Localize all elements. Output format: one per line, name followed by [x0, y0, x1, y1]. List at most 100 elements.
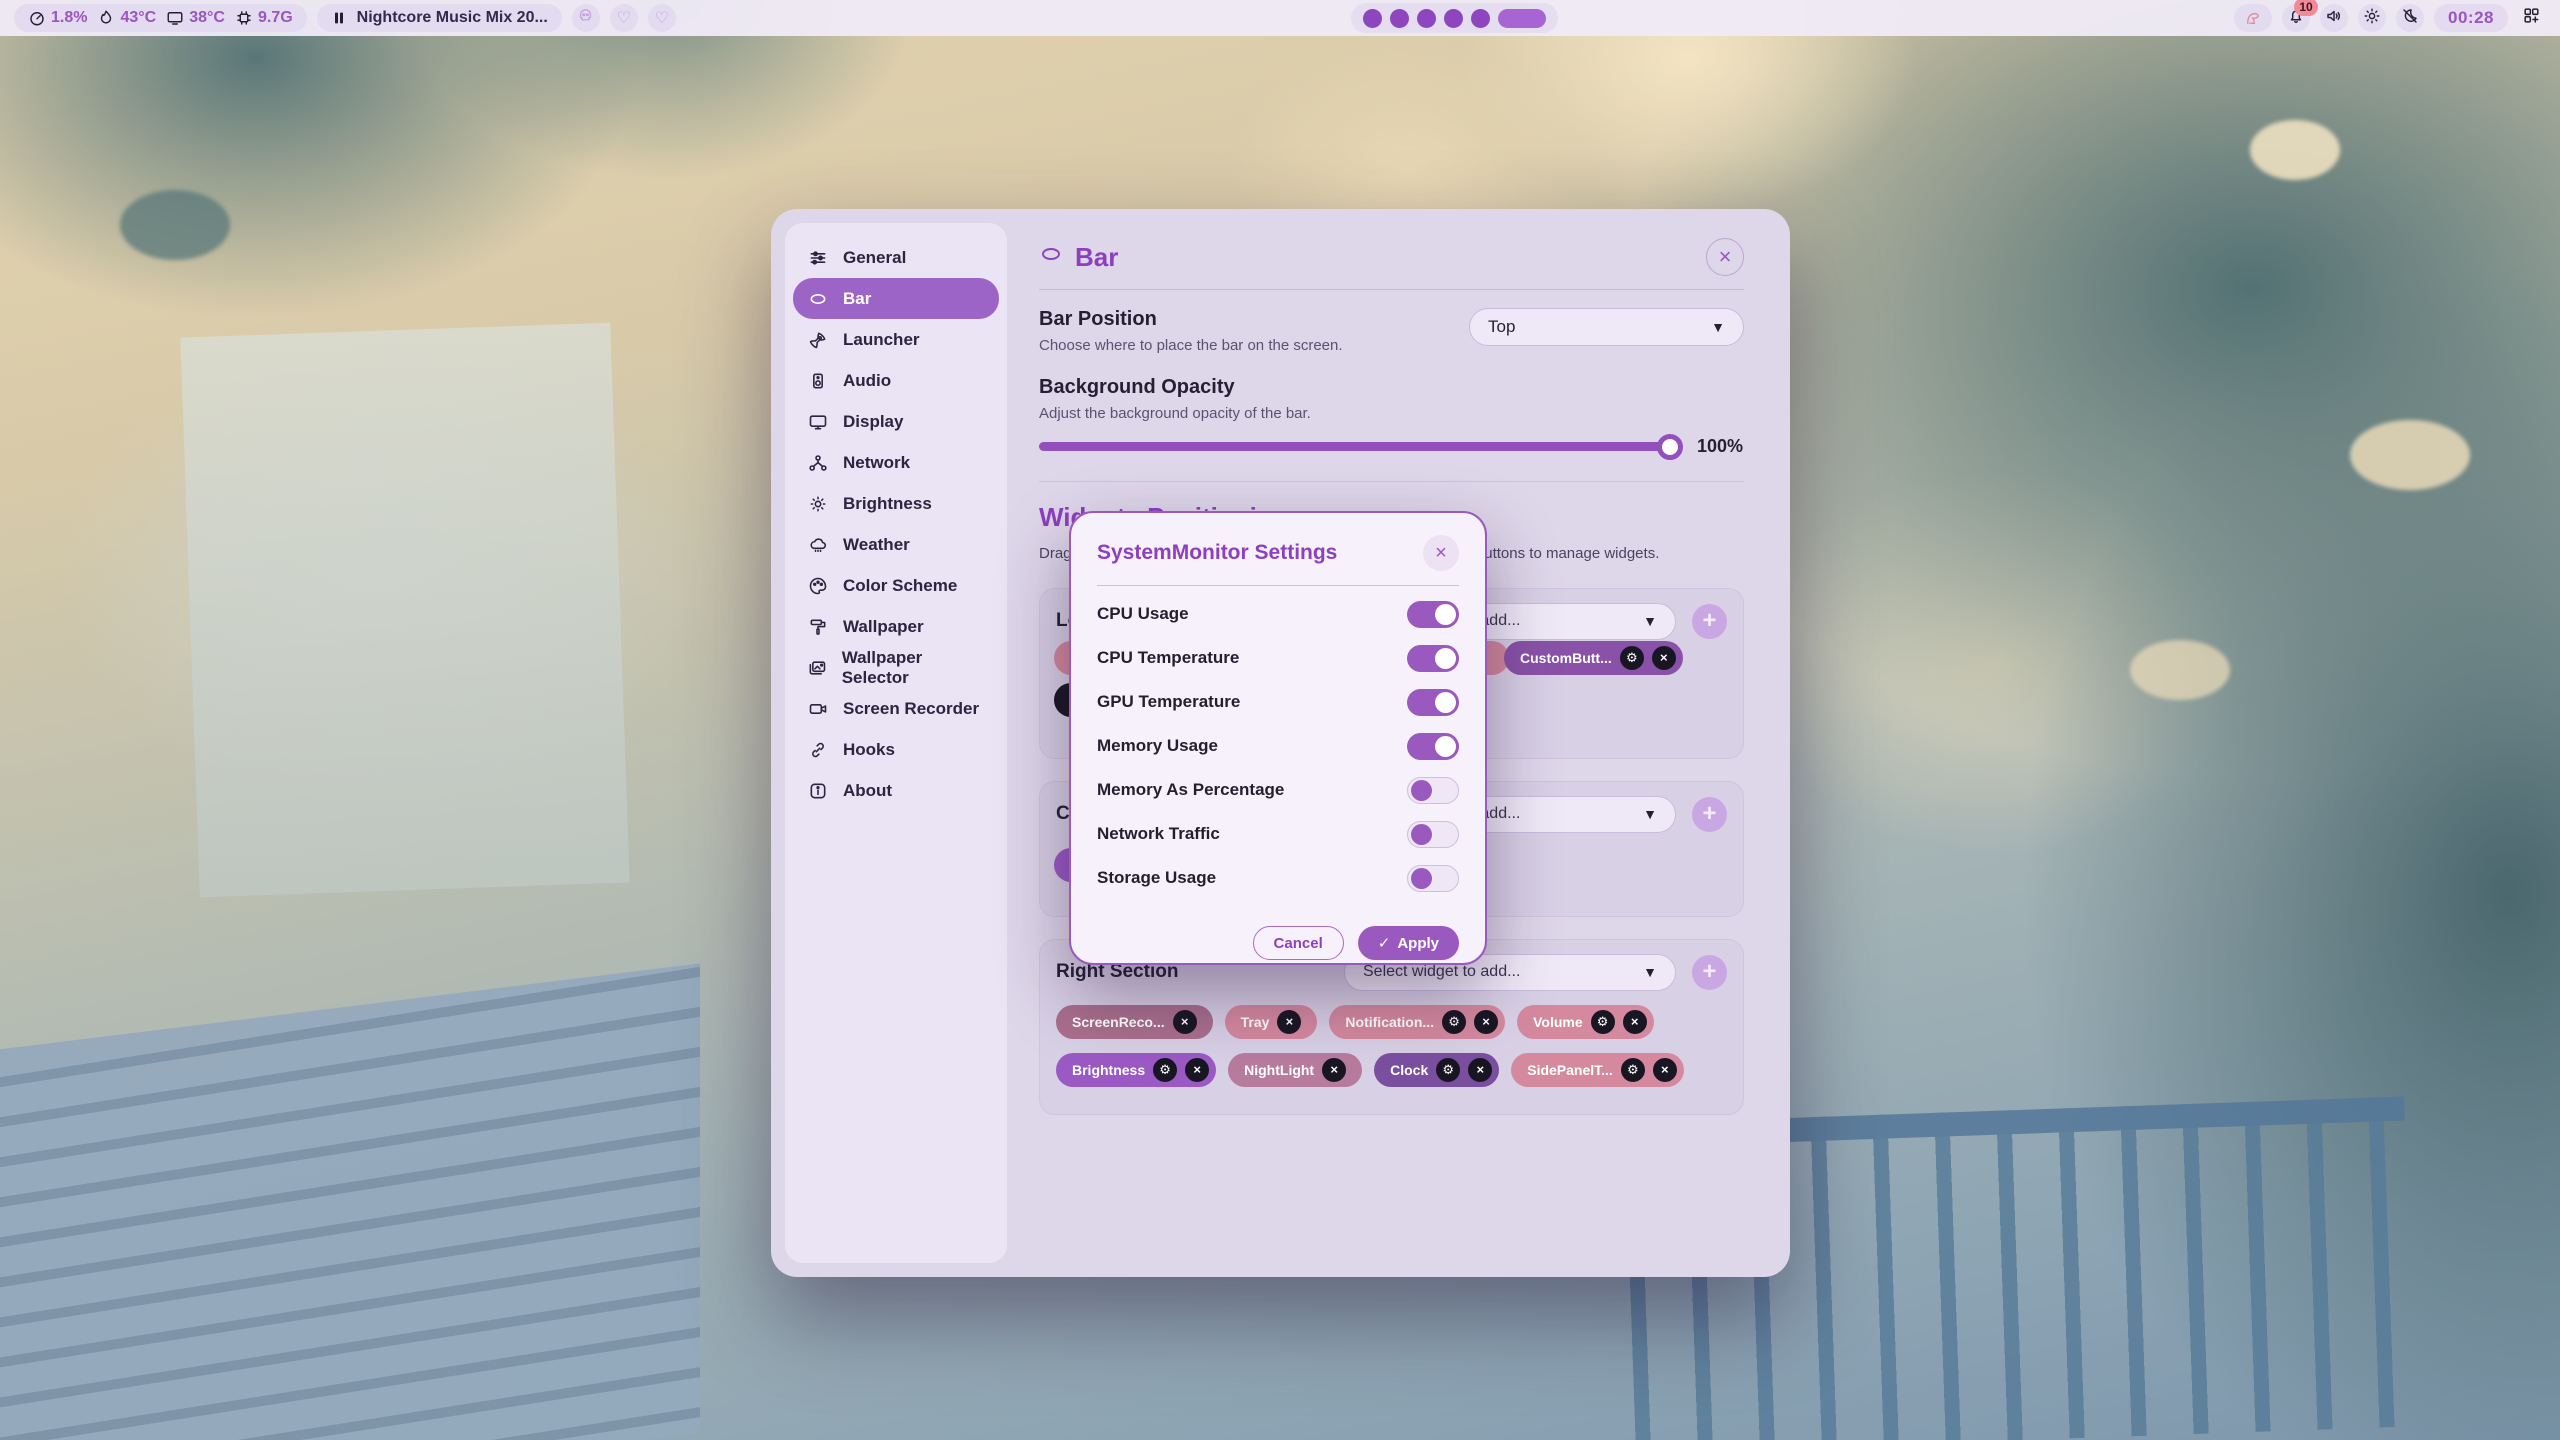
workspace-dot-2[interactable] — [1390, 9, 1409, 28]
sidebar-item-about[interactable]: About — [793, 770, 999, 811]
chip-label: Tray — [1241, 1014, 1270, 1030]
flame-icon — [97, 9, 115, 27]
chip-settings-button[interactable]: ⚙ — [1153, 1058, 1177, 1082]
window-close-button[interactable]: × — [1706, 238, 1744, 276]
status-bar: 1.8% 43°C 38°C — [0, 0, 2560, 36]
workspace-dot-5[interactable] — [1471, 9, 1490, 28]
widget-chip-tray[interactable]: Tray × — [1225, 1005, 1318, 1039]
cpu-usage-toggle[interactable] — [1407, 601, 1459, 628]
sidebar-item-bar[interactable]: Bar — [793, 278, 999, 319]
sidebar-item-label: Hooks — [843, 740, 895, 760]
workspace-dot-4[interactable] — [1444, 9, 1463, 28]
updates-button[interactable] — [2234, 4, 2272, 32]
sidebar-item-wallpaper-selector[interactable]: Wallpaper Selector — [793, 647, 999, 688]
brightness-button[interactable] — [2358, 4, 2386, 32]
chip-remove-button[interactable]: × — [1277, 1010, 1301, 1034]
cpu-temp-stat: 43°C — [97, 9, 156, 27]
heart-icon-button[interactable]: ♡ — [610, 4, 638, 32]
chip-remove-button[interactable]: × — [1474, 1010, 1498, 1034]
modal-close-button[interactable]: × — [1423, 535, 1459, 571]
memory-as-percentage-toggle[interactable] — [1407, 777, 1459, 804]
gpu-temp-value: 38°C — [189, 9, 225, 27]
right-section-add-button[interactable]: + — [1692, 955, 1727, 990]
center-section-add-button[interactable]: + — [1692, 797, 1727, 832]
cancel-button[interactable]: Cancel — [1253, 926, 1344, 960]
sidebar-item-screen-recorder[interactable]: Screen Recorder — [793, 688, 999, 729]
chip-remove-button[interactable]: × — [1322, 1058, 1346, 1082]
skull-icon-button[interactable] — [572, 4, 600, 32]
sidebar-item-audio[interactable]: Audio — [793, 360, 999, 401]
toggle-row-cpu-usage: CPU Usage — [1097, 592, 1459, 636]
memory-usage-toggle[interactable] — [1407, 733, 1459, 760]
chip-remove-button[interactable]: × — [1623, 1010, 1647, 1034]
sidebar-item-launcher[interactable]: Launcher — [793, 319, 999, 360]
sidebar-item-wallpaper[interactable]: Wallpaper — [793, 606, 999, 647]
wallpaper-leaves — [2130, 640, 2230, 700]
heart-icon-button-2[interactable]: ♡ — [648, 4, 676, 32]
notifications-button[interactable]: 10 — [2282, 4, 2310, 32]
speaker-icon — [2325, 7, 2343, 30]
sidebar-item-label: Color Scheme — [843, 576, 957, 596]
close-icon: × — [1435, 542, 1447, 565]
cpu-temp-value: 43°C — [120, 9, 156, 27]
chip-settings-button[interactable]: ⚙ — [1442, 1010, 1466, 1034]
chip-settings-button[interactable]: ⚙ — [1436, 1058, 1460, 1082]
cpu-usage-stat: 1.8% — [28, 9, 87, 27]
widget-chip-brightness[interactable]: Brightness ⚙ × — [1056, 1053, 1216, 1087]
chip-label: CustomButt... — [1520, 650, 1612, 666]
opacity-slider[interactable] — [1039, 442, 1681, 451]
sidebar-item-weather[interactable]: Weather — [793, 524, 999, 565]
chip-settings-button[interactable]: ⚙ — [1621, 1058, 1645, 1082]
opacity-slider-knob[interactable] — [1657, 434, 1683, 460]
chip-settings-button[interactable]: ⚙ — [1620, 646, 1644, 670]
volume-button[interactable] — [2320, 4, 2348, 32]
pill-icon — [807, 289, 829, 309]
widget-chip-clock[interactable]: Clock ⚙ × — [1374, 1053, 1499, 1087]
network-traffic-toggle[interactable] — [1407, 821, 1459, 848]
cpu-temperature-toggle[interactable] — [1407, 645, 1459, 672]
widget-chip-notification[interactable]: Notification... ⚙ × — [1329, 1005, 1505, 1039]
bar-position-setting: Bar Position Choose where to place the b… — [1039, 308, 1744, 354]
bar-position-dropdown[interactable]: Top ▼ — [1469, 308, 1744, 346]
add-widget-placeholder: Select widget to add... — [1363, 963, 1520, 981]
widget-chip-screenrecorder[interactable]: ScreenReco... × — [1056, 1005, 1213, 1039]
workspace-active-pill[interactable] — [1498, 9, 1546, 28]
memory-value: 9.7G — [258, 9, 293, 27]
apply-button[interactable]: ✓ Apply — [1358, 926, 1459, 960]
chip-remove-button[interactable]: × — [1173, 1010, 1197, 1034]
sidebar-item-label: Weather — [843, 535, 910, 555]
night-light-button[interactable] — [2396, 4, 2424, 32]
widget-chip-volume[interactable]: Volume ⚙ × — [1517, 1005, 1654, 1039]
sidebar-item-hooks[interactable]: Hooks — [793, 729, 999, 770]
overview-button[interactable] — [2518, 4, 2546, 32]
grid-plus-icon — [2522, 6, 2541, 30]
workspaces-indicator[interactable] — [1351, 3, 1558, 33]
workspace-dot-1[interactable] — [1363, 9, 1382, 28]
chip-remove-button[interactable]: × — [1468, 1058, 1492, 1082]
chip-remove-button[interactable]: × — [1185, 1058, 1209, 1082]
widget-chip-custombutton[interactable]: CustomButt... ⚙ × — [1504, 641, 1683, 675]
link-icon — [807, 740, 829, 760]
media-player-pill[interactable]: Nightcore Music Mix 20... — [317, 4, 562, 32]
chip-remove-button[interactable]: × — [1653, 1058, 1677, 1082]
widget-chip-sidepaneltoggle[interactable]: SidePanelT... ⚙ × — [1511, 1053, 1684, 1087]
left-section-add-button[interactable]: + — [1692, 604, 1727, 639]
sidebar-item-color-scheme[interactable]: Color Scheme — [793, 565, 999, 606]
toggle-label: GPU Temperature — [1097, 692, 1240, 712]
chip-remove-button[interactable]: × — [1652, 646, 1676, 670]
gpu-temperature-toggle[interactable] — [1407, 689, 1459, 716]
close-icon: × — [1330, 1062, 1338, 1077]
chip-settings-button[interactable]: ⚙ — [1591, 1010, 1615, 1034]
sidebar-item-label: Wallpaper Selector — [842, 648, 985, 688]
clock-pill[interactable]: 00:28 — [2434, 4, 2508, 32]
workspace-dot-3[interactable] — [1417, 9, 1436, 28]
sidebar-item-label: Audio — [843, 371, 891, 391]
sidebar-item-general[interactable]: General — [793, 237, 999, 278]
sidebar-item-display[interactable]: Display — [793, 401, 999, 442]
sidebar-item-brightness[interactable]: Brightness — [793, 483, 999, 524]
widget-chip-nightlight[interactable]: NightLight × — [1228, 1053, 1362, 1087]
storage-usage-toggle[interactable] — [1407, 865, 1459, 892]
sidebar-item-network[interactable]: Network — [793, 442, 999, 483]
sidebar-item-label: General — [843, 248, 906, 268]
system-stats-pill[interactable]: 1.8% 43°C 38°C — [14, 4, 307, 32]
